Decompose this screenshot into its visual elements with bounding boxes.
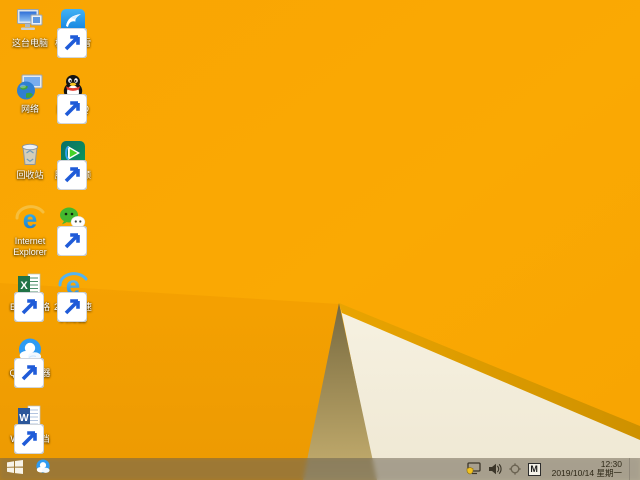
tray-clock[interactable]: 12:30 2019/10/14 星期一 — [548, 459, 622, 479]
start-button[interactable] — [0, 458, 30, 480]
tray-compass-icon[interactable] — [508, 463, 521, 475]
internet-explorer-icon: e — [15, 204, 45, 234]
tray-pc-security-icon[interactable] — [466, 462, 481, 476]
icon-label: 这台电脑 — [11, 38, 48, 48]
qq-penguin-icon — [57, 72, 88, 124]
shortcut-arrow-icon — [57, 226, 87, 256]
svg-text:X: X — [20, 280, 28, 292]
2345-browser-icon: e — [57, 270, 88, 322]
desktop-icon-network[interactable]: 网络 — [8, 72, 52, 115]
desktop-icon-this-pc[interactable]: 这台电脑 — [8, 6, 52, 49]
icon-label: 回收站 — [16, 170, 44, 180]
shortcut-arrow-icon — [14, 292, 44, 322]
this-pc-icon — [15, 6, 45, 36]
desktop-icon-wechat[interactable]: 微信 — [51, 204, 95, 256]
taskbar-qq-browser-button[interactable] — [30, 458, 56, 480]
desktop-icon-qq-browser[interactable]: QQ浏览器 — [8, 336, 52, 388]
taskbar: M 12:30 2019/10/14 星期一 — [0, 458, 640, 480]
desktop-icon-tencent-video[interactable]: 腾讯视频 — [51, 138, 95, 190]
thunder-icon — [57, 6, 88, 58]
icon-label: Internet Explorer — [13, 236, 47, 257]
desktop-icon-tencent-qq[interactable]: 腾讯QQ — [51, 72, 95, 124]
show-desktop-button[interactable] — [629, 458, 635, 480]
qq-browser-icon — [34, 458, 52, 480]
excel-icon: X — [14, 270, 45, 322]
qq-browser-icon — [14, 336, 45, 388]
shortcut-arrow-icon — [57, 160, 87, 190]
shortcut-arrow-icon — [57, 28, 87, 58]
ime-indicator[interactable]: M — [527, 462, 541, 476]
shortcut-arrow-icon — [57, 292, 87, 322]
word-icon: W — [14, 402, 45, 454]
desktop: 这台电脑 极速迅雷 网 — [0, 0, 640, 480]
tencent-video-icon — [57, 138, 88, 190]
tray-volume-icon[interactable] — [488, 463, 502, 475]
windows-logo-icon — [7, 459, 23, 479]
icon-label: 网络 — [20, 104, 39, 114]
clock-date: 2019/10/14 星期一 — [551, 468, 622, 478]
desktop-icon-word[interactable]: W Word文档 — [8, 402, 52, 454]
shortcut-arrow-icon — [14, 424, 44, 454]
desktop-icon-excel[interactable]: X Excel表格 — [8, 270, 52, 322]
desktop-icon-thunder[interactable]: 极速迅雷 — [51, 6, 95, 58]
desktop-icon-recycle-bin[interactable]: 回收站 — [8, 138, 52, 181]
wallpaper — [0, 0, 640, 480]
shortcut-arrow-icon — [57, 94, 87, 124]
wechat-icon — [57, 204, 88, 256]
desktop-icon-internet-explorer[interactable]: e Internet Explorer — [8, 204, 52, 257]
recycle-bin-icon — [15, 138, 45, 168]
svg-text:W: W — [19, 413, 29, 424]
network-icon — [15, 72, 45, 102]
shortcut-arrow-icon — [14, 358, 44, 388]
desktop-icon-2345-browser[interactable]: e 2345加速浏览器 — [51, 270, 95, 323]
